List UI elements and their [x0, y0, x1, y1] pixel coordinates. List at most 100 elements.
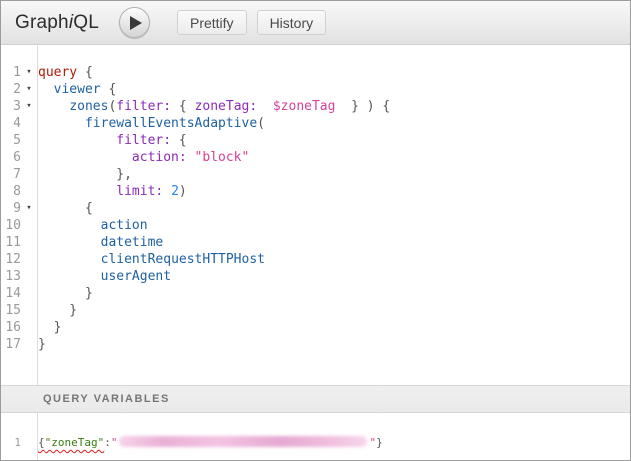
code-token — [163, 184, 171, 199]
code-line: 3▾ zones(filter: { zoneTag: $zoneTag } )… — [1, 98, 630, 115]
line-number: 3 — [1, 98, 21, 115]
code-token: { — [77, 65, 93, 80]
line-number: 1 — [1, 435, 21, 451]
code-token: } — [376, 436, 383, 449]
line-number: 1 — [1, 64, 21, 81]
code-token: }, — [38, 167, 132, 182]
code-line: 1{"zoneTag":""} — [1, 435, 630, 451]
code-token: zones — [69, 99, 108, 114]
fold-toggle-icon[interactable]: ▾ — [21, 200, 37, 217]
code-token — [38, 184, 116, 199]
code-line: 16 } — [1, 319, 630, 336]
code-text: limit: 2) — [37, 183, 187, 200]
line-number: 13 — [1, 268, 21, 285]
code-text: {"zoneTag":""} — [37, 435, 383, 451]
code-text: }, — [37, 166, 132, 183]
code-token: firewallEventsAdaptive — [85, 116, 257, 131]
fold-gutter-spacer — [21, 302, 37, 319]
code-token: query — [38, 65, 77, 80]
fold-gutter-spacer — [21, 217, 37, 234]
fold-toggle-icon[interactable]: ▾ — [21, 64, 37, 81]
code-text: filter: { — [37, 132, 187, 149]
code-token: ( — [257, 116, 265, 131]
line-number: 11 — [1, 234, 21, 251]
fold-toggle-icon[interactable]: ▾ — [21, 81, 37, 98]
code-token: action — [101, 218, 148, 233]
line-number: 2 — [1, 81, 21, 98]
code-text: query { — [37, 64, 93, 81]
code-token: filter: — [116, 99, 171, 114]
code-token — [257, 99, 273, 114]
code-token: action: — [132, 150, 187, 165]
code-line: 5 filter: { — [1, 132, 630, 149]
fold-gutter-spacer — [21, 435, 37, 451]
code-token: "zoneTag" — [45, 436, 105, 449]
fold-gutter-spacer — [21, 268, 37, 285]
code-token: viewer — [54, 82, 101, 97]
code-text: zones(filter: { zoneTag: $zoneTag } ) { — [37, 98, 390, 115]
code-text: datetime — [37, 234, 163, 251]
code-text: } — [37, 302, 77, 319]
fold-gutter-spacer — [21, 166, 37, 183]
line-number: 7 — [1, 166, 21, 183]
fold-gutter-spacer — [21, 115, 37, 132]
code-line: 9▾ { — [1, 200, 630, 217]
code-token — [38, 116, 85, 131]
code-line: 11 datetime — [1, 234, 630, 251]
history-button[interactable]: History — [257, 10, 327, 35]
code-line: 17} — [1, 336, 630, 353]
code-token: } ) { — [335, 99, 390, 114]
line-number: 16 — [1, 319, 21, 336]
code-line: 10 action — [1, 217, 630, 234]
line-number: 17 — [1, 336, 21, 353]
code-token — [38, 82, 54, 97]
query-variables-header[interactable]: QUERY VARIABLES — [1, 385, 630, 413]
code-token: { — [38, 201, 93, 216]
code-token: " — [111, 436, 118, 449]
fold-toggle-icon[interactable]: ▾ — [21, 98, 37, 115]
code-token: } — [38, 286, 93, 301]
app-title-post: QL — [73, 12, 99, 33]
fold-gutter-spacer — [21, 132, 37, 149]
prettify-button[interactable]: Prettify — [177, 10, 247, 35]
code-line: 8 limit: 2) — [1, 183, 630, 200]
fold-gutter-spacer — [21, 251, 37, 268]
variables-editor[interactable]: 1{"zoneTag":""} — [1, 413, 630, 460]
line-number: 10 — [1, 217, 21, 234]
toolbar: GraphiQL Prettify History — [1, 1, 630, 45]
line-number: 4 — [1, 115, 21, 132]
code-token — [38, 235, 101, 250]
code-line: 4 firewallEventsAdaptive( — [1, 115, 630, 132]
line-number: 12 — [1, 251, 21, 268]
code-line: 1▾query { — [1, 64, 630, 81]
code-token: } — [38, 337, 46, 352]
code-token: 2 — [171, 184, 179, 199]
code-token: userAgent — [101, 269, 171, 284]
code-token: { — [38, 436, 45, 449]
play-icon — [130, 16, 142, 30]
redacted-zone-tag-value — [119, 436, 367, 447]
code-token: clientRequestHTTPHost — [101, 252, 265, 267]
code-token: $zoneTag — [273, 99, 336, 114]
code-line: 12 clientRequestHTTPHost — [1, 251, 630, 268]
code-token: ) — [179, 184, 187, 199]
fold-gutter-spacer — [21, 336, 37, 353]
code-token — [38, 133, 116, 148]
fold-gutter-spacer — [21, 183, 37, 200]
code-token — [187, 150, 195, 165]
code-token: { — [171, 133, 187, 148]
line-number: 5 — [1, 132, 21, 149]
fold-gutter-spacer — [21, 234, 37, 251]
code-text: } — [37, 319, 61, 336]
code-line: 14 } — [1, 285, 630, 302]
execute-query-button[interactable] — [119, 7, 150, 38]
line-number: 8 — [1, 183, 21, 200]
code-token — [38, 99, 69, 114]
code-text: action: "block" — [37, 149, 249, 166]
code-text: } — [37, 336, 46, 353]
fold-gutter-spacer — [21, 319, 37, 336]
code-token: { — [101, 82, 117, 97]
code-token — [38, 252, 101, 267]
code-line: 2▾ viewer { — [1, 81, 630, 98]
query-editor[interactable]: 1▾query {2▾ viewer {3▾ zones(filter: { z… — [1, 45, 630, 385]
